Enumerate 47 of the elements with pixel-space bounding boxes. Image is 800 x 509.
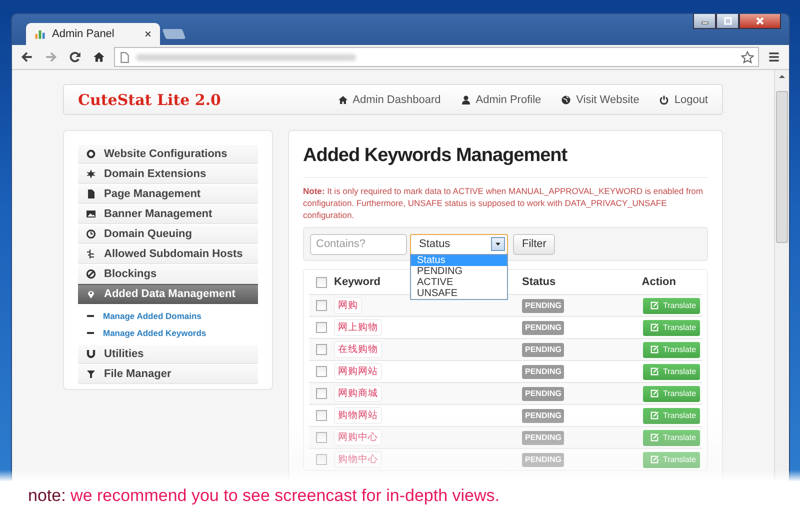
keyword-tag: 网购: [334, 297, 362, 314]
tab-title: Admin Panel: [52, 28, 116, 40]
sidebar-item[interactable]: Website Configurations: [78, 144, 258, 164]
column-header: Keyword: [334, 276, 380, 288]
column-header: Status: [522, 276, 556, 288]
brand-logo[interactable]: CuteStat Lite 2.0: [78, 90, 338, 108]
browser-tab[interactable]: Admin Panel: [26, 23, 160, 45]
keyword-tag: 购物中心: [334, 451, 382, 468]
keyword-tag: 网上购物: [334, 319, 382, 336]
nav-link[interactable]: Admin Dashboard: [338, 94, 441, 106]
keyword-tag: 网购商城: [334, 385, 382, 402]
sidebar-item[interactable]: Utilities: [78, 344, 258, 364]
contains-input[interactable]: Contains?: [310, 234, 407, 254]
nav-link[interactable]: Visit Website: [561, 94, 640, 106]
footer-note: note: we recommend you to see screencast for in-depth views.: [28, 486, 500, 506]
status-label: PENDING: [522, 408, 564, 422]
keyword-tag: 购物网站: [334, 407, 382, 424]
sidebar-subitem[interactable]: Manage Added Keywords: [78, 324, 258, 341]
note-text: Note: It is only required to mark data to ACTIVE when MANUAL_APPROVAL_KEYWORD is enabled from configuration. Furthermore, UNSAFE status is supposed to work with DATA_PRIVACY_UNSAFE configuration.: [303, 185, 704, 221]
column-header: Action: [642, 276, 676, 288]
sidebar-item[interactable]: Page Management: [78, 184, 258, 204]
status-label: PENDING: [522, 364, 564, 378]
nav-link[interactable]: Logout: [659, 94, 708, 106]
status-select[interactable]: Status: [410, 234, 508, 254]
status-label: PENDING: [522, 320, 564, 334]
keyword-tag: 网购网站: [334, 363, 382, 380]
sidebar-item[interactable]: Blockings: [78, 264, 258, 284]
sidebar-item[interactable]: Domain Extensions: [78, 164, 258, 184]
filter-button[interactable]: Filter: [513, 234, 556, 254]
nav-link[interactable]: Admin Profile: [460, 94, 542, 106]
dropdown-option[interactable]: PENDING: [411, 266, 507, 277]
page-title: Added Keywords Management: [303, 145, 708, 178]
dropdown-option[interactable]: UNSAFE: [411, 288, 507, 299]
status-label: PENDING: [522, 430, 564, 444]
dropdown-option[interactable]: ACTIVE: [411, 277, 507, 288]
keyword-tag: 在线购物: [334, 341, 382, 358]
keyword-tag: 网购中心: [334, 429, 382, 446]
sidebar-subitem[interactable]: Manage Added Domains: [78, 307, 258, 324]
status-label: PENDING: [522, 386, 564, 400]
sidebar-item[interactable]: Domain Queuing: [78, 224, 258, 244]
sidebar-item[interactable]: Banner Management: [78, 204, 258, 224]
status-label: PENDING: [522, 342, 564, 356]
status-label: PENDING: [522, 452, 564, 466]
status-label: PENDING: [522, 298, 564, 312]
sidebar-item[interactable]: Allowed Subdomain Hosts: [78, 244, 258, 264]
sidebar-item[interactable]: Added Data Management: [78, 284, 258, 304]
sidebar-item[interactable]: File Manager: [78, 364, 258, 384]
